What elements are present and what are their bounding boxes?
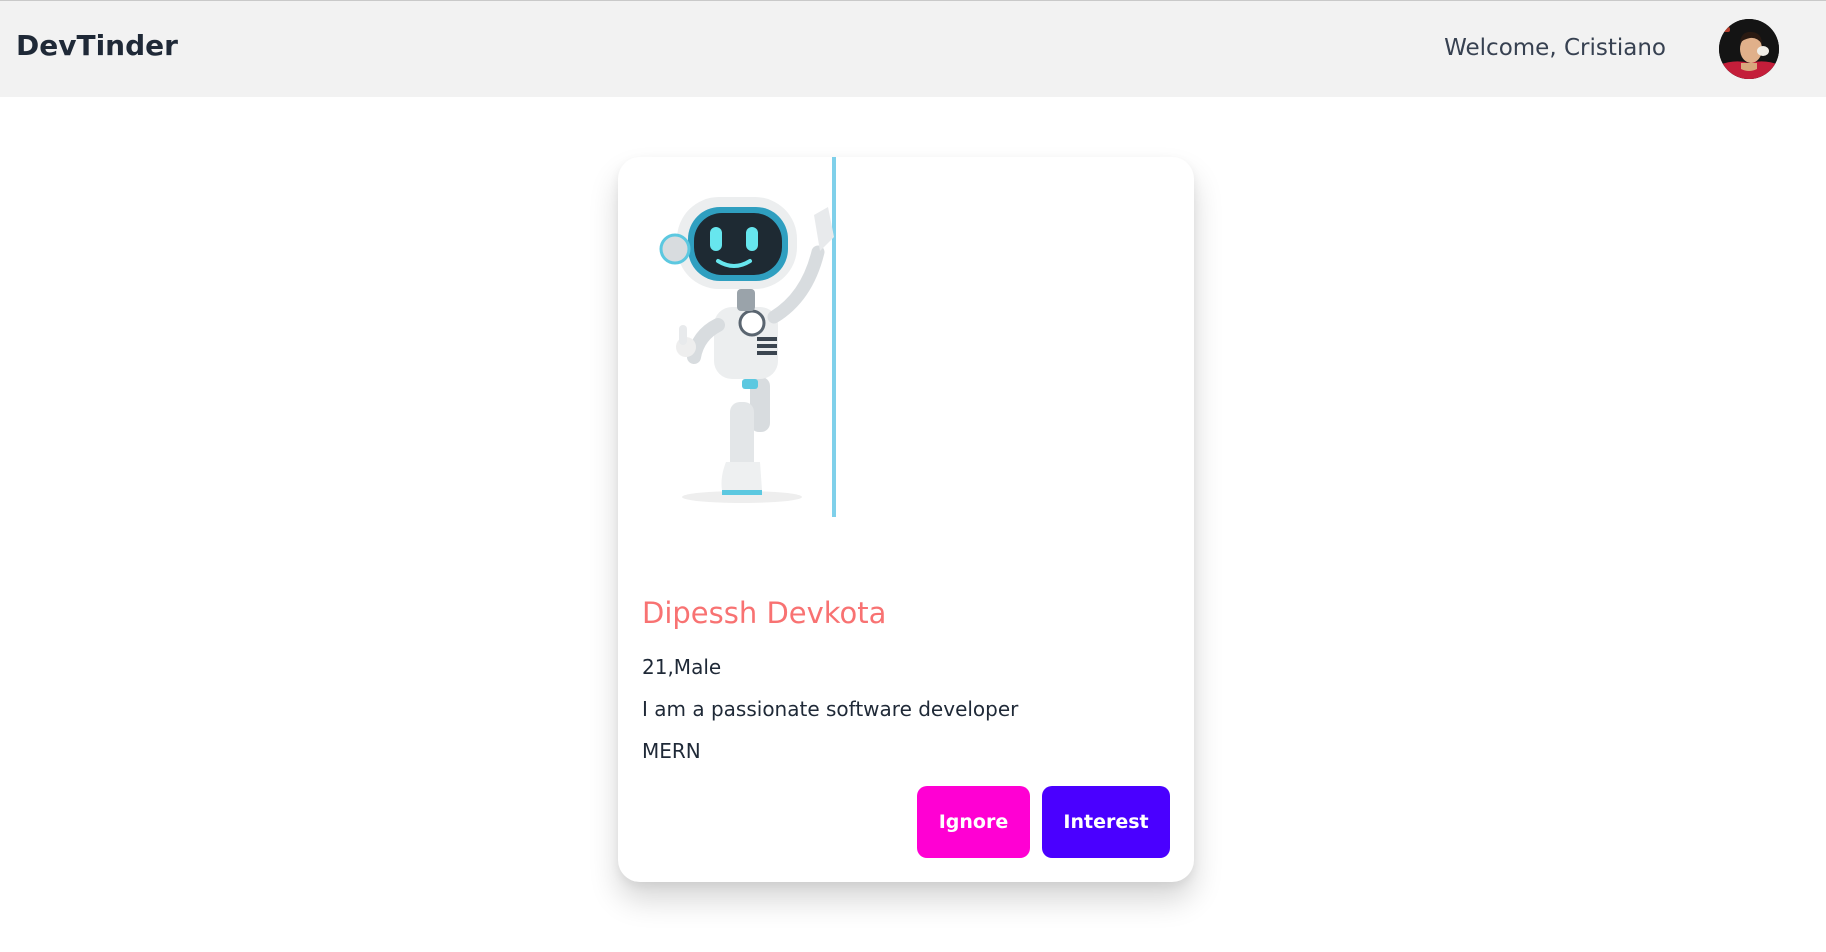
welcome-text: Welcome, Cristiano xyxy=(1444,35,1666,61)
interest-button[interactable]: Interest xyxy=(1042,786,1170,858)
user-about: I am a passionate software developer xyxy=(642,696,1019,721)
user-avatar[interactable] xyxy=(1719,19,1779,79)
navbar: DevTinder Welcome, Cristiano xyxy=(0,0,1826,97)
user-card: Dipessh Devkota 21,Male I am a passionat… xyxy=(618,157,1194,882)
user-avatar-photo xyxy=(1719,19,1779,79)
profile-photo xyxy=(642,157,860,517)
brand-logo[interactable]: DevTinder xyxy=(16,29,178,62)
ignore-button[interactable]: Ignore xyxy=(917,786,1030,858)
user-skills: MERN xyxy=(642,738,701,763)
card-body: Dipessh Devkota 21,Male I am a passionat… xyxy=(642,595,1170,763)
user-age-gender: 21,Male xyxy=(642,654,722,679)
card-actions: Ignore Interest xyxy=(917,786,1170,858)
robot-illustration xyxy=(659,157,836,517)
user-name: Dipessh Devkota xyxy=(642,596,887,630)
